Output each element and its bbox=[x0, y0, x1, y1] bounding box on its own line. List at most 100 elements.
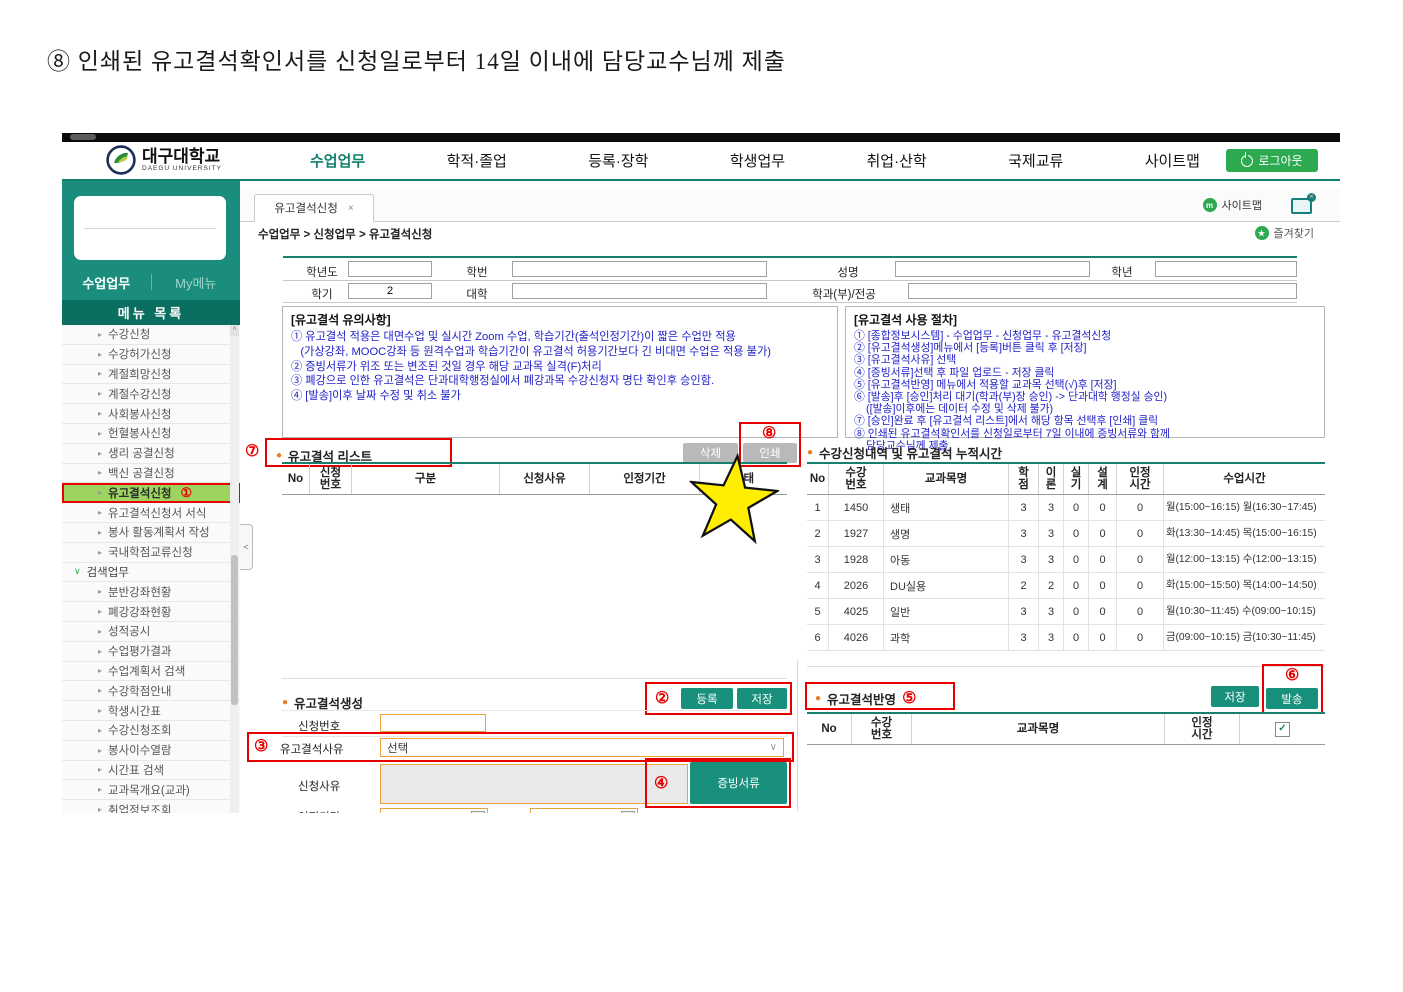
supporting-docs-button[interactable]: 증빙서류 bbox=[690, 762, 787, 804]
selected-reason: 선택 bbox=[387, 740, 408, 756]
sidebar-menu-item[interactable]: ▸ 수강허가신청 bbox=[62, 345, 240, 365]
notice-procedure-title: [유고결석 사용 절차] bbox=[854, 311, 1316, 328]
col-recognized-hours: 인정 시간 bbox=[1165, 714, 1240, 744]
nav-item-registration[interactable]: 등록·장학 bbox=[588, 150, 648, 171]
user-info-divider bbox=[84, 228, 216, 229]
sidebar-menu-item[interactable]: ▸ 봉사이수열람 bbox=[62, 741, 240, 761]
sidebar-collapse-handle[interactable]: < bbox=[240, 524, 253, 570]
request-no-input[interactable] bbox=[380, 714, 486, 732]
sidebar-scrollbar[interactable]: ^ bbox=[230, 325, 239, 813]
sidebar-menu-item[interactable]: ▸ 수강신청 bbox=[62, 325, 240, 345]
sidebar-menu-item[interactable]: ▸ 계절희망신청 bbox=[62, 365, 240, 385]
save-button[interactable]: 저장 bbox=[737, 688, 787, 709]
form-top-border bbox=[283, 256, 1297, 258]
absence-reason-select[interactable]: 선택 ∨ bbox=[380, 738, 784, 757]
favorite-star-icon: ★ bbox=[1255, 226, 1269, 240]
logout-button[interactable]: 로그아웃 bbox=[1226, 149, 1318, 172]
send-button[interactable]: 발송 bbox=[1266, 688, 1318, 709]
sidebar-menu-item[interactable]: ▸ 백신 공결신청 bbox=[62, 464, 240, 484]
nav-item-classes[interactable]: 수업업무 bbox=[310, 150, 365, 171]
col-recognized-hours: 인정 시간 bbox=[1117, 464, 1164, 494]
sidebar-menu-item-label: 수업평가결과 bbox=[108, 643, 171, 659]
scrollbar-thumb[interactable] bbox=[231, 555, 238, 705]
bullet-icon: ● bbox=[282, 697, 288, 708]
sidebar-menu-item[interactable]: ▸ 수강학점안내 bbox=[62, 681, 240, 701]
register-button[interactable]: 등록 bbox=[681, 688, 733, 709]
sidebar-menu-item[interactable]: ▸ 학생시간표 bbox=[62, 701, 240, 721]
scroll-up-icon[interactable]: ^ bbox=[230, 325, 239, 336]
dept-input[interactable] bbox=[908, 283, 1297, 299]
cell-course-code: 4026 bbox=[829, 625, 884, 650]
annotation-number-2: ② bbox=[655, 691, 669, 707]
sidebar-menu-item[interactable]: ▸ 취업정보조회 bbox=[62, 800, 240, 813]
sidebar-menu-item[interactable]: ▸ 생리 공결신청 bbox=[62, 444, 240, 464]
app-header: 대구대학교 DAEGU UNIVERSITY 수업업무 학적·졸업 등록·장학 … bbox=[62, 142, 1340, 181]
sidebar-menu-item[interactable]: ▸ 수업평가결과 bbox=[62, 642, 240, 662]
sidebar-menu-item[interactable]: ▸ 시간표 검색 bbox=[62, 761, 240, 781]
select-all-checkbox[interactable]: ✓ bbox=[1275, 722, 1290, 737]
sidebar-menu-item[interactable]: ▸ 유고결석신청 ① bbox=[62, 483, 240, 503]
sidebar-menu-item-label: 수강학점안내 bbox=[108, 683, 171, 699]
university-logo[interactable]: 대구대학교 DAEGU UNIVERSITY bbox=[106, 145, 222, 175]
tab-close-icon[interactable]: × bbox=[348, 203, 354, 214]
cell-design: 0 bbox=[1089, 573, 1117, 598]
nav-item-international[interactable]: 국제교류 bbox=[1008, 150, 1063, 171]
semester-input[interactable] bbox=[348, 283, 432, 299]
nav-item-student-affairs[interactable]: 학생업무 bbox=[730, 150, 785, 171]
triangle-icon: ∨ bbox=[74, 566, 81, 577]
calendar-icon[interactable] bbox=[471, 811, 485, 813]
college-input[interactable] bbox=[512, 283, 767, 299]
period-start-input[interactable] bbox=[380, 808, 488, 813]
apply-section-title: ● 유고결석반영 ⑤ bbox=[815, 689, 916, 708]
sidebar-menu-item[interactable]: ▸ 교과목개요(교과) bbox=[62, 780, 240, 800]
nav-item-records[interactable]: 학적·졸업 bbox=[447, 150, 507, 171]
sidebar-tab-mymenu[interactable]: My메뉴 bbox=[152, 273, 241, 292]
sidebar-menu-item[interactable]: ▸ 유고결석신청서 서식 bbox=[62, 503, 240, 523]
nav-item-sitemap[interactable]: 사이트맵 bbox=[1145, 150, 1200, 171]
nav-item-career[interactable]: 취업·산학 bbox=[867, 150, 927, 171]
sidebar-menu-item[interactable]: ▸ 국내학점교류신청 bbox=[62, 543, 240, 563]
sidebar-menu-item[interactable]: ▸ 분반강좌현황 bbox=[62, 582, 240, 602]
sidebar-menu-item[interactable]: ∨ 검색업무 bbox=[62, 563, 240, 583]
sidebar-tab-classes[interactable]: 수업업무 bbox=[62, 273, 151, 292]
bullet-icon: ● bbox=[815, 693, 821, 704]
table-row[interactable]: 5 4025 일반 3 3 0 0 0 월(10:30~11:45) 수(09:… bbox=[807, 599, 1325, 625]
sidebar-menu-item[interactable]: ▸ 수강신청조회 bbox=[62, 721, 240, 741]
menu-list-header: 메뉴 목록 bbox=[62, 300, 240, 325]
calendar-icon[interactable] bbox=[621, 811, 635, 813]
grade-input[interactable] bbox=[1155, 261, 1297, 277]
sidebar-menu-item[interactable]: ▸ 계절수강신청 bbox=[62, 384, 240, 404]
col-course-name: 교과목명 bbox=[884, 464, 1009, 494]
sidebar-menu-item[interactable]: ▸ 성적공시 bbox=[62, 622, 240, 642]
notice-line: ③ 폐강으로 인한 유고결석은 단과대학행정실에서 폐강과목 수강신청자 명단 … bbox=[291, 374, 829, 389]
close-all-windows-icon[interactable] bbox=[1291, 198, 1312, 214]
tab-absence-application[interactable]: 유고결석신청 × bbox=[254, 194, 374, 222]
annotation-number-1: ① bbox=[181, 486, 193, 499]
apply-table: No 수강 번호 교과목명 인정 시간 ✓ bbox=[807, 712, 1325, 745]
sidebar-menu-item[interactable]: ▸ 폐강강좌현황 bbox=[62, 602, 240, 622]
sidebar-menu-item[interactable]: ▸ 사회봉사신청 bbox=[62, 404, 240, 424]
detail-reason-textarea[interactable] bbox=[380, 764, 688, 804]
student-id-input[interactable] bbox=[512, 261, 767, 277]
triangle-icon: ▸ bbox=[98, 647, 102, 656]
star-annotation-icon bbox=[683, 449, 782, 550]
table-row[interactable]: 2 1927 생명 3 3 0 0 0 화(13:30~14:45) 목(15:… bbox=[807, 521, 1325, 547]
table-row[interactable]: 3 1928 아동 3 3 0 0 0 월(12:00~13:15) 수(12:… bbox=[807, 547, 1325, 573]
table-row[interactable]: 4 2026 DU실용 2 2 0 0 0 화(15:00~15:50) 목(1… bbox=[807, 573, 1325, 599]
notice-line: ② [유고결석생성]메뉴에서 [등록]버튼 클릭 후 [저장] bbox=[854, 342, 1316, 354]
year-input[interactable] bbox=[348, 261, 432, 277]
col-course-code: 수강 번호 bbox=[829, 464, 884, 494]
top-navigation: 수업업무 학적·졸업 등록·장학 학생업무 취업·산학 국제교류 사이트맵 bbox=[310, 142, 1200, 179]
sidebar-menu-item[interactable]: ▸ 헌혈봉사신청 bbox=[62, 424, 240, 444]
favorite-button[interactable]: ★ 즐겨찾기 bbox=[1255, 225, 1314, 241]
period-end-input[interactable] bbox=[530, 808, 638, 813]
table-row[interactable]: 6 4026 과학 3 3 0 0 0 금(09:00~10:15) 금(10:… bbox=[807, 625, 1325, 651]
cell-no: 2 bbox=[807, 521, 829, 546]
apply-save-button[interactable]: 저장 bbox=[1211, 686, 1259, 707]
sidebar-menu-item[interactable]: ▸ 수업계획서 검색 bbox=[62, 662, 240, 682]
sitemap-shortcut[interactable]: m 사이트맵 bbox=[1203, 197, 1262, 213]
sidebar-menu-item[interactable]: ▸ 봉사 활동계획서 작성 bbox=[62, 523, 240, 543]
col-class-time: 수업시간 bbox=[1164, 464, 1325, 494]
table-row[interactable]: 1 1450 생태 3 3 0 0 0 월(15:00~16:15) 월(16:… bbox=[807, 495, 1325, 521]
name-input[interactable] bbox=[895, 261, 1090, 277]
